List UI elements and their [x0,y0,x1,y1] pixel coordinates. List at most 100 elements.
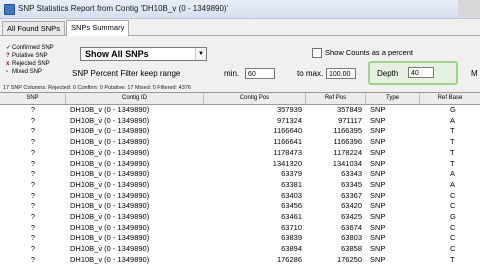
snp-type-cell: SNP [370,147,386,157]
percent-filter-label: SNP Percent Filter keep range [72,69,181,78]
max-label: to max. [297,69,324,78]
table-row[interactable]: ? DH10B_v (0 - 1349890) 63894 63858 SNP C [0,244,480,253]
header-contig-pos[interactable]: Contig Pos [204,93,306,104]
ref-base-cell: G [450,212,456,221]
snp-summary-text: 17 SNP Columns: Rejected: 0 Confirm: 0 P… [3,85,191,91]
ref-pos-cell: 63803 [341,233,362,243]
ref-pos-cell: 1341034 [332,158,362,168]
header-ref-base[interactable]: Ref Base [420,93,480,104]
max-input[interactable]: 100.00 [326,68,356,79]
table-row[interactable]: ? DH10B_v (0 - 1349890) 63456 63420 SNP C [0,201,480,210]
ref-pos-cell: 1166396 [333,137,362,147]
snp-status-cell: ? [30,126,36,136]
table-row[interactable]: ? DH10B_v (0 - 1349890) 971324 971117 SNP A [0,116,480,125]
contig-id-cell: DH10B_v (0 - 1349890) [70,147,150,157]
table-row[interactable]: ? DH10B_v (0 - 1349890) 1341320 1341034 SNP T [0,159,480,168]
table-row[interactable]: ? DH10B_v (0 - 1349890) 63461 63425 SNP G [0,212,480,221]
window-title: SNP Statistics Report from Contig 'DH10B… [18,4,229,13]
snp-type-cell: SNP [370,105,386,114]
snp-type-cell: SNP [370,233,386,243]
snp-status-cell: ? [30,233,36,243]
table-row[interactable]: ? DH10B_v (0 - 1349890) 1166640 1166395 SNP T [0,126,480,135]
ref-pos-cell: 1178224 [333,147,362,157]
depth-label: Depth [377,69,399,78]
tab-snps-summary[interactable]: SNPs Summary [66,20,130,36]
contig-pos-cell: 63839 [281,233,302,243]
contig-pos-cell: 63461 [281,212,302,221]
table-row[interactable]: ? DH10B_v (0 - 1349890) 1166641 1166396 SNP T [0,137,480,146]
show-percent-checkbox-row[interactable]: Show Counts as a percent [312,48,413,59]
window-control[interactable] [458,0,480,17]
ref-pos-cell: 63674 [341,222,362,232]
ref-base-cell: A [450,169,456,179]
table-row[interactable]: ? DH10B_v (0 - 1349890) 63839 63803 SNP C [0,233,480,242]
ref-base-cell: T [450,254,455,264]
ref-base-cell: T [450,147,455,157]
header-type[interactable]: Type [366,93,420,104]
legend-item: ? Putative SNP [6,53,48,59]
table-row[interactable]: ? DH10B_v (0 - 1349890) 63381 63345 SNP A [0,180,480,189]
chevron-down-icon[interactable]: ▼ [195,48,206,60]
depth-input[interactable]: 40 [408,67,434,78]
snp-filter-select[interactable]: Show All SNPs ▼ [80,47,207,61]
ref-base-cell: A [450,179,456,189]
contig-id-cell: DH10B_v (0 - 1349890) [70,212,150,221]
snp-status-cell: ? [30,201,36,211]
legend-item: ✓Confirmed SNP [6,45,54,51]
table-row[interactable]: ? DH10B_v (0 - 1349890) 1178473 1178224 SNP T [0,148,480,157]
contig-pos-cell: 1166641 [273,137,302,147]
snp-type-cell: SNP [370,179,386,189]
show-percent-label: Show Counts as a percent [325,48,413,57]
title-bar: SNP Statistics Report from Contig 'DH10B… [0,0,480,19]
ref-pos-cell: 1166395 [333,126,362,136]
legend-item: - Mixed SNP [6,69,43,75]
contig-pos-cell: 63894 [281,244,302,254]
snp-status-cell: ? [30,147,36,157]
ref-base-cell: C [450,244,456,254]
snp-status-cell: ? [30,137,36,147]
ref-pos-cell: 971117 [338,115,362,125]
ref-pos-cell: 63367 [341,190,362,200]
ref-base-cell: G [450,105,456,114]
contig-id-cell: DH10B_v (0 - 1349890) [70,201,150,211]
ref-pos-cell: 63858 [341,244,362,254]
ref-base-cell: C [450,190,456,200]
header-ref-pos[interactable]: Ref Pos [306,93,366,104]
contig-id-cell: DH10B_v (0 - 1349890) [70,244,150,254]
header-contig-id[interactable]: Contig ID [66,93,204,104]
app-icon [4,4,15,15]
contig-id-cell: DH10B_v (0 - 1349890) [70,137,150,147]
contig-pos-cell: 971324 [276,115,302,125]
contig-id-cell: DH10B_v (0 - 1349890) [70,115,150,125]
table-row[interactable]: ? DH10B_v (0 - 1349890) 357939 357849 SNP G [0,105,480,114]
snp-type-cell: SNP [370,158,386,168]
legend-item: x Rejected SNP [6,61,50,67]
table-row[interactable]: ? DH10B_v (0 - 1349890) 63379 63343 SNP A [0,169,480,178]
tab-all-found-snps[interactable]: All Found SNPs [2,21,65,35]
ref-base-cell: A [450,115,456,125]
contig-pos-cell: 1178473 [273,147,302,157]
snp-status-cell: ? [30,169,36,179]
contig-id-cell: DH10B_v (0 - 1349890) [70,179,150,189]
snp-type-cell: SNP [370,212,386,221]
snp-type-cell: SNP [370,190,386,200]
contig-pos-cell: 63379 [281,169,302,179]
table-row[interactable]: ? DH10B_v (0 - 1349890) 63710 63674 SNP C [0,223,480,232]
contig-pos-cell: 63710 [281,222,302,232]
ref-base-cell: C [450,222,456,232]
contig-id-cell: DH10B_v (0 - 1349890) [70,233,150,243]
ref-pos-cell: 357849 [336,105,362,114]
contig-id-cell: DH10B_v (0 - 1349890) [70,158,150,168]
min-input[interactable]: 60 [245,68,275,79]
table-row[interactable]: ? DH10B_v (0 - 1349890) 176286 176250 SNP T [0,255,480,264]
contig-id-cell: DH10B_v (0 - 1349890) [70,222,150,232]
table-row[interactable]: ? DH10B_v (0 - 1349890) 63403 63367 SNP C [0,191,480,200]
snp-status-cell: ? [30,158,36,168]
table-header: SNP Contig ID Contig Pos Ref Pos Type Re… [0,93,480,105]
contig-id-cell: DH10B_v (0 - 1349890) [70,169,150,179]
show-percent-checkbox[interactable] [312,48,322,59]
contig-pos-cell: 63403 [281,190,302,200]
header-snp[interactable]: SNP [0,93,66,104]
ref-pos-cell: 176250 [336,254,362,264]
snp-type-cell: SNP [370,137,386,147]
